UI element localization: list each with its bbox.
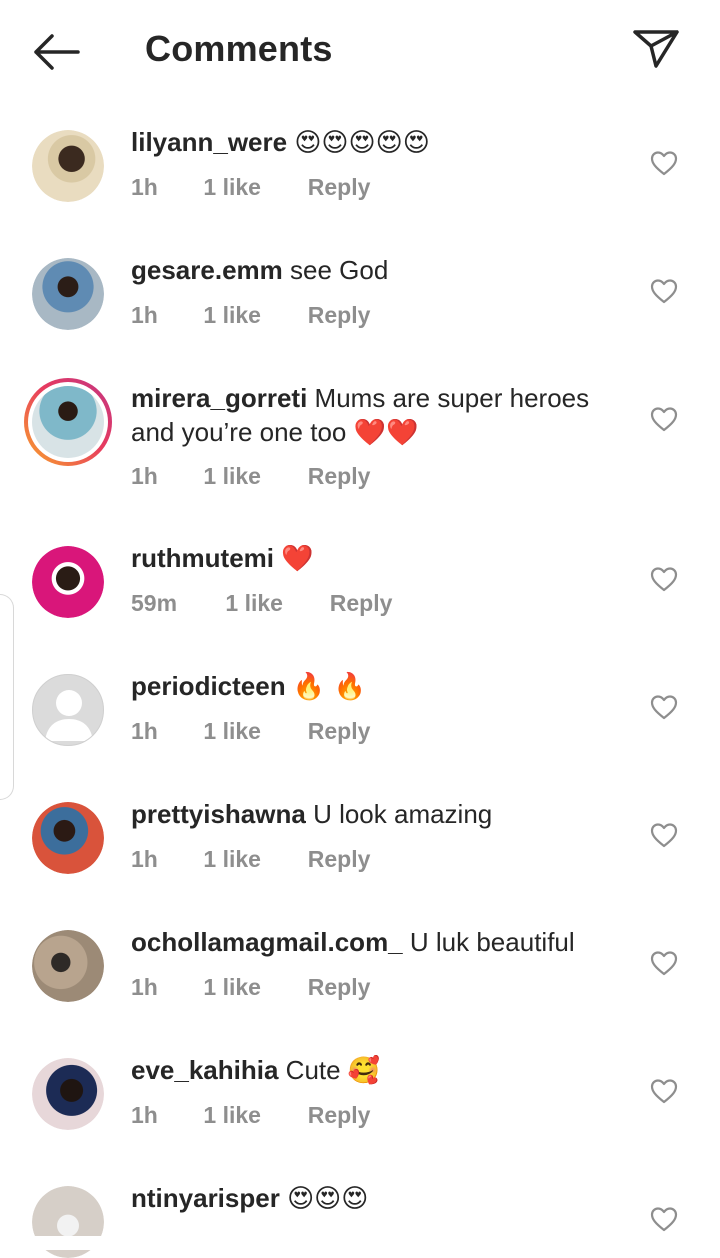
comment-text: eve_kahihia Cute 🥰	[131, 1053, 621, 1088]
comment-meta: 1h 1 like Reply	[131, 1102, 370, 1129]
comment-meta: 1h 1 like Reply	[131, 302, 370, 329]
comment-time: 1h	[131, 846, 158, 872]
page-title: Comments	[145, 28, 333, 69]
comment-likes[interactable]: 1 like	[203, 718, 301, 745]
comment-text: periodicteen 🔥 🔥	[131, 669, 621, 704]
comment-emoji: ❤️❤️	[353, 418, 419, 448]
comment-username[interactable]: lilyann_were	[131, 127, 287, 157]
comment-time: 59m	[131, 590, 178, 616]
paper-plane-icon	[633, 30, 679, 68]
avatar[interactable]	[32, 130, 104, 202]
comment-time: 1h	[131, 974, 158, 1000]
heart-icon[interactable]	[650, 150, 678, 176]
comment-username[interactable]: ntinyarisper	[131, 1183, 280, 1213]
comment-time: 1h	[131, 718, 158, 744]
heart-icon[interactable]	[650, 278, 678, 304]
avatar-default[interactable]	[32, 674, 104, 746]
comment-username[interactable]: gesare.emm	[131, 255, 283, 285]
avatar-story-ring[interactable]	[24, 378, 112, 466]
arrow-left-icon	[34, 34, 80, 70]
comment-meta: 1h 1 like Reply	[131, 174, 370, 201]
heart-icon[interactable]	[650, 1078, 678, 1104]
share-button[interactable]	[630, 24, 682, 76]
comment-meta: 1h 1 like Reply	[131, 846, 370, 873]
comment-username[interactable]: prettyishawna	[131, 799, 306, 829]
heart-icon[interactable]	[650, 1206, 678, 1232]
header-bar: Comments	[0, 0, 720, 100]
comment-emoji: 🔥 🔥	[292, 672, 366, 702]
comment-emoji: 😍😍😍	[287, 1184, 369, 1214]
avatar[interactable]	[32, 1058, 104, 1130]
comment-meta: 1h 1 like Reply	[131, 463, 370, 490]
comment-likes[interactable]: 1 like	[225, 590, 323, 617]
comment-emoji: ❤️	[281, 544, 314, 574]
reply-button[interactable]: Reply	[308, 1102, 371, 1129]
comment-body: U luk beautiful	[409, 927, 575, 957]
comment-meta: 1h 1 like Reply	[131, 974, 370, 1001]
avatar[interactable]	[32, 930, 104, 1002]
reply-button[interactable]: Reply	[308, 846, 371, 873]
comment-emoji: 😍😍😍😍😍	[294, 128, 430, 158]
comment-username[interactable]: ochollamagmail.com_	[131, 927, 403, 957]
reply-button[interactable]: Reply	[330, 590, 393, 617]
comment-time: 1h	[131, 174, 158, 200]
comment-likes[interactable]: 1 like	[203, 463, 301, 490]
comment-body: U look amazing	[313, 799, 493, 829]
comment-text: ochollamagmail.com_ U luk beautiful	[131, 925, 621, 959]
reply-button[interactable]: Reply	[308, 463, 371, 490]
comment-likes[interactable]: 1 like	[203, 974, 301, 1001]
comment-text: lilyann_were 😍😍😍😍😍	[131, 125, 621, 160]
avatar[interactable]	[32, 802, 104, 874]
comment-meta: 59m 1 like Reply	[131, 590, 392, 617]
reply-button[interactable]: Reply	[308, 718, 371, 745]
back-button[interactable]	[30, 30, 82, 74]
heart-icon[interactable]	[650, 406, 678, 432]
comment-text: mirera_gorreti Mums are super heroes and…	[131, 381, 621, 450]
comment-time: 1h	[131, 1102, 158, 1128]
comment-likes[interactable]: 1 like	[203, 174, 301, 201]
heart-icon[interactable]	[650, 822, 678, 848]
comment-likes[interactable]: 1 like	[203, 1102, 301, 1129]
heart-icon[interactable]	[650, 694, 678, 720]
comment-meta: 1h 1 like Reply	[131, 718, 370, 745]
comment-text: prettyishawna U look amazing	[131, 797, 621, 831]
default-user-icon	[45, 690, 93, 741]
comment-emoji: 🥰	[347, 1056, 381, 1086]
comment-username[interactable]: mirera_gorreti	[131, 383, 307, 413]
comment-username[interactable]: eve_kahihia	[131, 1055, 278, 1085]
comment-likes[interactable]: 1 like	[203, 846, 301, 873]
heart-icon[interactable]	[650, 566, 678, 592]
comment-text: gesare.emm see God	[131, 253, 621, 287]
comment-time: 1h	[131, 463, 158, 489]
comment-body: Cute	[285, 1055, 341, 1085]
reply-button[interactable]: Reply	[308, 302, 371, 329]
comment-text: ruthmutemi ❤️	[131, 541, 621, 576]
avatar[interactable]	[32, 258, 104, 330]
comment-likes[interactable]: 1 like	[203, 302, 301, 329]
bottom-edge	[0, 1236, 720, 1250]
comment-text: ntinyarisper 😍😍😍	[131, 1181, 621, 1216]
comment-username[interactable]: periodicteen	[131, 671, 286, 701]
avatar[interactable]	[32, 546, 104, 618]
comment-body: see God	[290, 255, 389, 285]
heart-icon[interactable]	[650, 950, 678, 976]
reply-button[interactable]: Reply	[308, 174, 371, 201]
comment-time: 1h	[131, 302, 158, 328]
comment-username[interactable]: ruthmutemi	[131, 543, 274, 573]
edge-panel-handle[interactable]	[0, 594, 14, 800]
reply-button[interactable]: Reply	[308, 974, 371, 1001]
